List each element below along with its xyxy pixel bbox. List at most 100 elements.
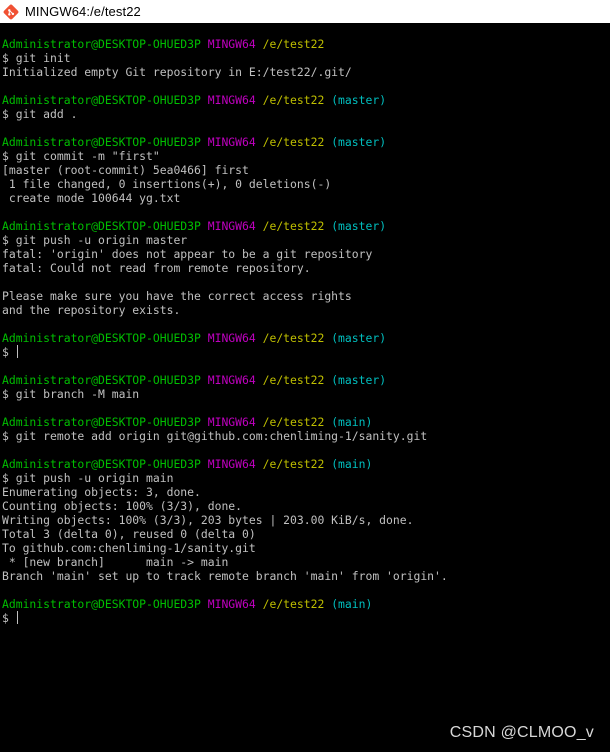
terminal-text: $ git init [2, 51, 71, 65]
terminal-line: Administrator@DESKTOP-OHUED3P MINGW64 /e… [2, 219, 610, 233]
terminal-text: $ git remote add origin git@github.com:c… [2, 429, 428, 443]
terminal-text: $ git branch -M main [2, 387, 140, 401]
prompt-branch: (master) [331, 219, 387, 233]
terminal-text: [master (root-commit) 5ea0466] first [2, 163, 249, 177]
terminal-text: create mode 100644 yg.txt [2, 191, 181, 205]
prompt-branch: (main) [331, 457, 373, 471]
prompt-branch: (master) [331, 373, 387, 387]
terminal-line: 1 file changed, 0 insertions(+), 0 delet… [2, 177, 610, 191]
terminal-line: Administrator@DESKTOP-OHUED3P MINGW64 /e… [2, 457, 610, 471]
terminal-line: fatal: 'origin' does not appear to be a … [2, 247, 610, 261]
watermark: CSDN @CLMOO_v [449, 724, 594, 741]
git-bash-icon [3, 4, 19, 20]
prompt-user: Administrator@DESKTOP-OHUED3P [2, 37, 201, 51]
terminal-line: [master (root-commit) 5ea0466] first [2, 163, 610, 177]
prompt-user: Administrator@DESKTOP-OHUED3P [2, 331, 201, 345]
prompt-system: MINGW64 [207, 37, 256, 51]
terminal-line: Please make sure you have the correct ac… [2, 289, 610, 303]
terminal-text: fatal: Could not read from remote reposi… [2, 261, 311, 275]
terminal-text: Initialized empty Git repository in E:/t… [2, 65, 352, 79]
terminal-line: Administrator@DESKTOP-OHUED3P MINGW64 /e… [2, 597, 610, 611]
prompt-branch: (master) [331, 93, 387, 107]
terminal-line: Administrator@DESKTOP-OHUED3P MINGW64 /e… [2, 373, 610, 387]
terminal-output[interactable]: Administrator@DESKTOP-OHUED3P MINGW64 /e… [0, 23, 610, 752]
prompt-branch: (master) [331, 135, 387, 149]
terminal-line: $ git commit -m "first" [2, 149, 610, 163]
prompt-path: /e/test22 [262, 37, 325, 51]
terminal-line: * [new branch] main -> main [2, 555, 610, 569]
terminal-line: $ [2, 345, 610, 359]
prompt-branch: (master) [331, 331, 387, 345]
terminal-text: * [new branch] main -> main [2, 555, 229, 569]
terminal-text: and the repository exists. [2, 303, 181, 317]
terminal-line: create mode 100644 yg.txt [2, 191, 610, 205]
prompt-system: MINGW64 [207, 373, 256, 387]
terminal-text: Enumerating objects: 3, done. [2, 485, 201, 499]
terminal-line: Administrator@DESKTOP-OHUED3P MINGW64 /e… [2, 331, 610, 345]
prompt-path: /e/test22 [262, 457, 325, 471]
terminal-text: Total 3 (delta 0), reused 0 (delta 0) [2, 527, 256, 541]
prompt-system: MINGW64 [207, 219, 256, 233]
prompt-user: Administrator@DESKTOP-OHUED3P [2, 135, 201, 149]
prompt-system: MINGW64 [207, 93, 256, 107]
terminal-line: $ git add . [2, 107, 610, 121]
terminal-text: Writing objects: 100% (3/3), 203 bytes |… [2, 513, 414, 527]
terminal-line: Initialized empty Git repository in E:/t… [2, 65, 610, 79]
prompt-path: /e/test22 [262, 415, 325, 429]
terminal-text: $ git commit -m "first" [2, 149, 160, 163]
terminal-text: Please make sure you have the correct ac… [2, 289, 352, 303]
terminal-line: Writing objects: 100% (3/3), 203 bytes |… [2, 513, 610, 527]
terminal-text: To github.com:chenliming-1/sanity.git [2, 541, 256, 555]
terminal-line: fatal: Could not read from remote reposi… [2, 261, 610, 275]
prompt-path: /e/test22 [262, 135, 325, 149]
terminal-line: $ git push -u origin main [2, 471, 610, 485]
terminal-line: Administrator@DESKTOP-OHUED3P MINGW64 /e… [2, 415, 610, 429]
prompt-system: MINGW64 [207, 415, 256, 429]
prompt-path: /e/test22 [262, 93, 325, 107]
terminal-line: $ git push -u origin master [2, 233, 610, 247]
terminal-line: $ git init [2, 51, 610, 65]
terminal-text: 1 file changed, 0 insertions(+), 0 delet… [2, 177, 332, 191]
terminal-cursor [16, 611, 18, 624]
terminal-line: Branch 'main' set up to track remote bra… [2, 569, 610, 583]
terminal-line: $ [2, 611, 610, 625]
terminal-cursor [16, 345, 18, 358]
prompt-system: MINGW64 [207, 331, 256, 345]
prompt-user: Administrator@DESKTOP-OHUED3P [2, 373, 201, 387]
prompt-path: /e/test22 [262, 331, 325, 345]
terminal-line: To github.com:chenliming-1/sanity.git [2, 541, 610, 555]
window-title: MINGW64:/e/test22 [25, 4, 141, 19]
prompt-system: MINGW64 [207, 135, 256, 149]
terminal-line: Counting objects: 100% (3/3), done. [2, 499, 610, 513]
terminal-text: $ git add . [2, 107, 78, 121]
prompt-user: Administrator@DESKTOP-OHUED3P [2, 93, 201, 107]
prompt-user: Administrator@DESKTOP-OHUED3P [2, 457, 201, 471]
terminal-line: Administrator@DESKTOP-OHUED3P MINGW64 /e… [2, 135, 610, 149]
prompt-path: /e/test22 [262, 219, 325, 233]
window-titlebar[interactable]: MINGW64:/e/test22 [0, 0, 610, 23]
terminal-text: fatal: 'origin' does not appear to be a … [2, 247, 373, 261]
terminal-text: $ git push -u origin main [2, 471, 174, 485]
